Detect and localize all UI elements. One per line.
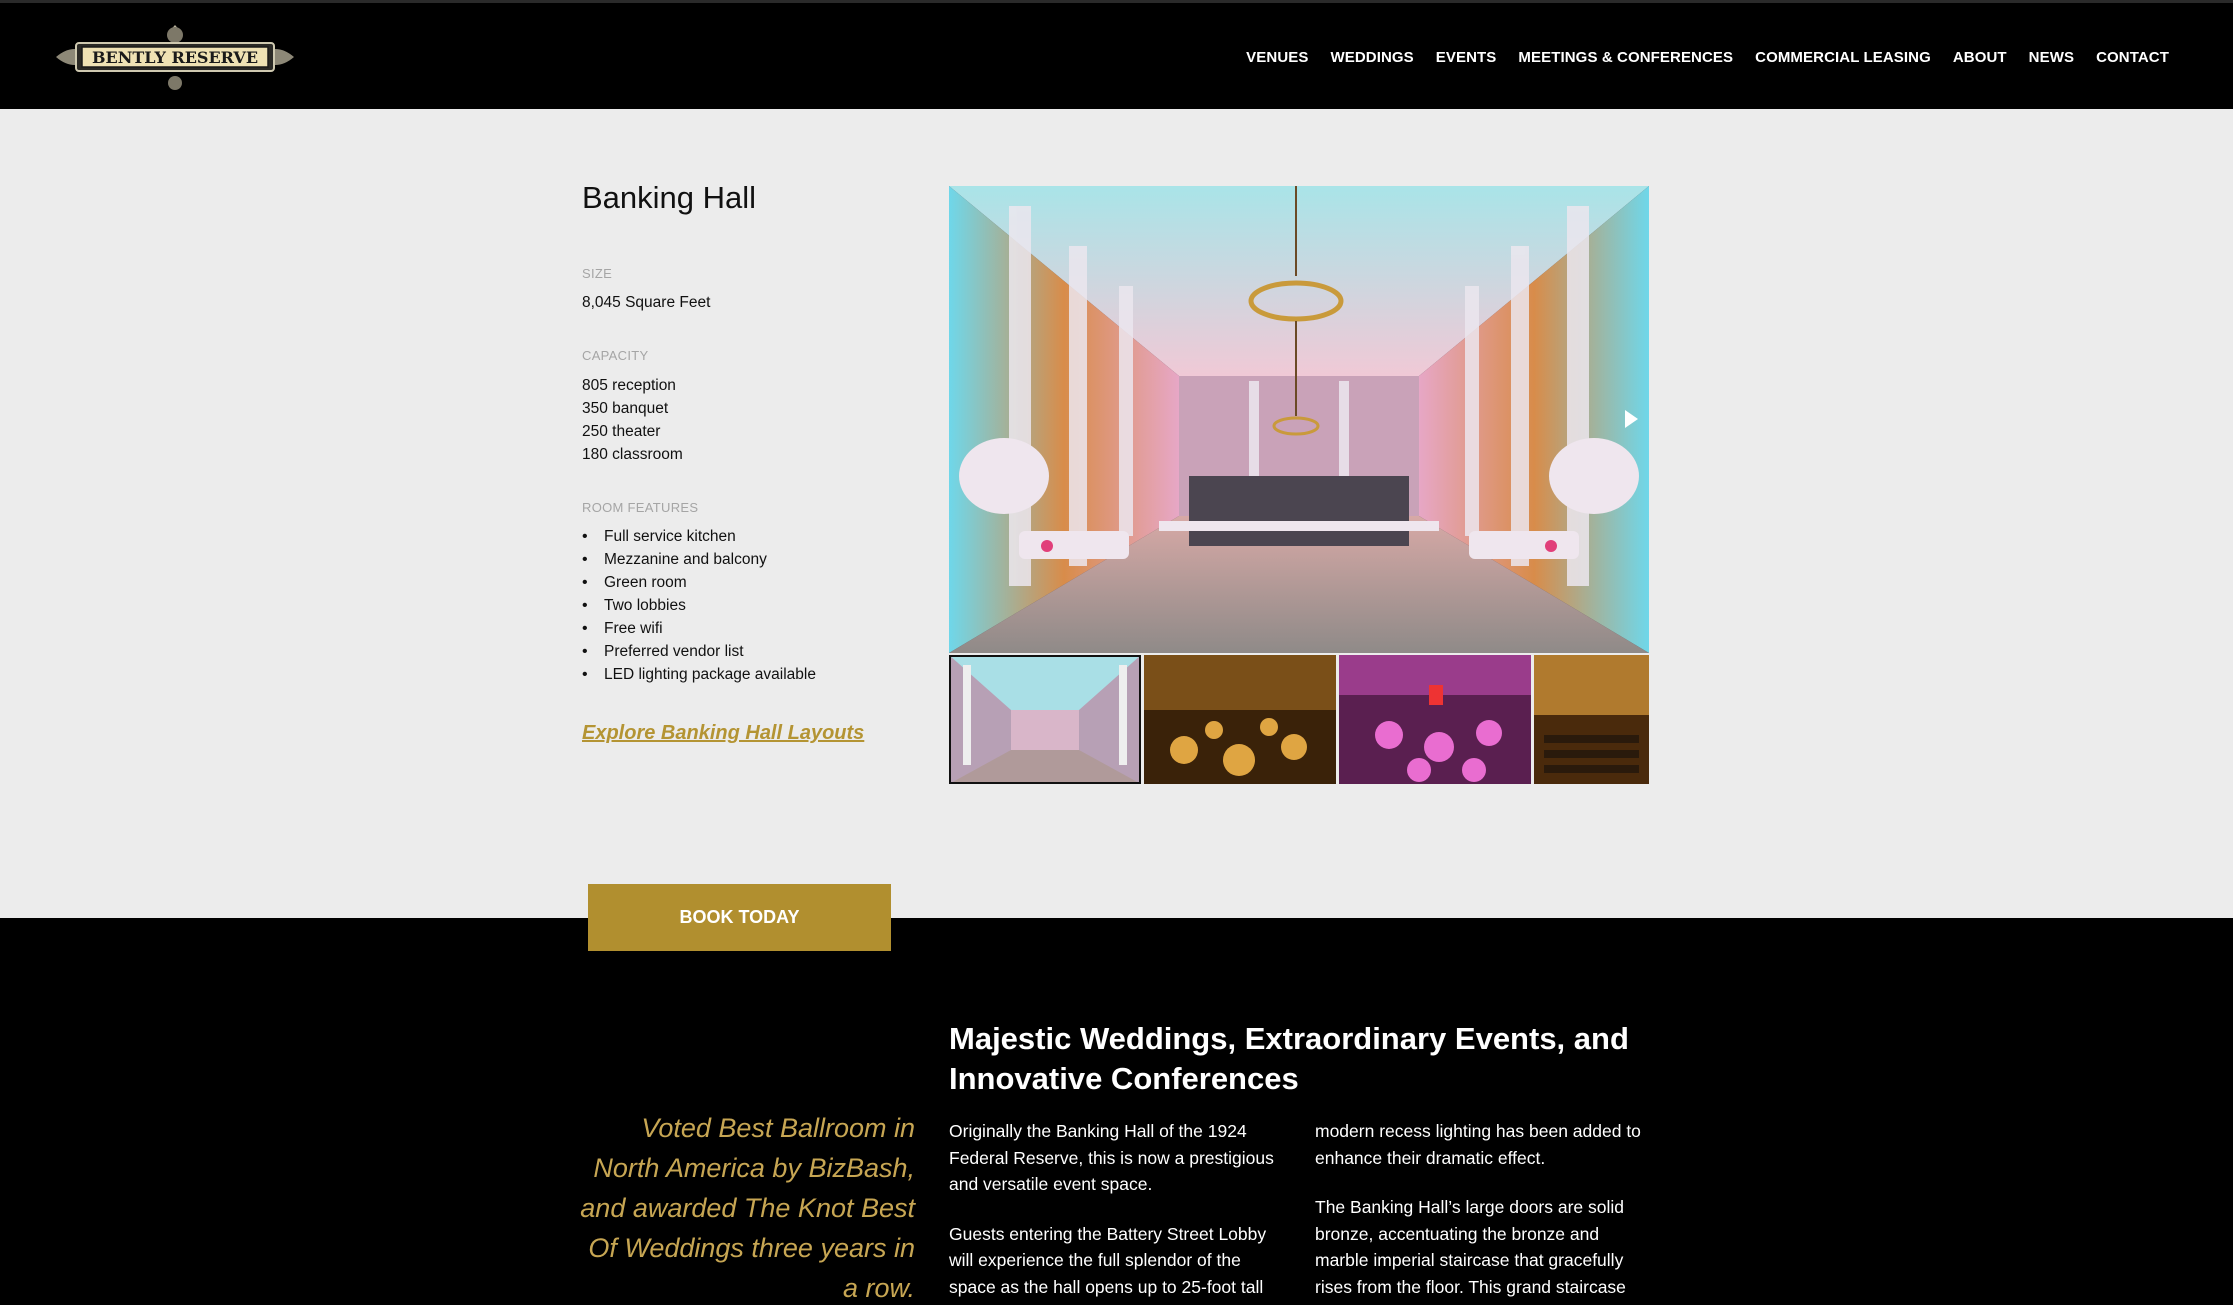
bently-reserve-logo[interactable]: BENTLY RESERVE: [50, 21, 300, 93]
about-column-2: modern recess lighting has been added to…: [1315, 1118, 1655, 1305]
gallery-main-photo[interactable]: [949, 186, 1649, 653]
nav-about[interactable]: ABOUT: [1953, 49, 2007, 66]
gallery-thumbnail[interactable]: [1534, 655, 1649, 784]
features-label: ROOM FEATURES: [582, 500, 699, 515]
feature-item: Green room: [582, 571, 816, 594]
feature-item: Full service kitchen: [582, 525, 816, 548]
size-label: SIZE: [582, 266, 613, 281]
features-list: Full service kitchen Mezzanine and balco…: [582, 525, 816, 686]
about-paragraph: modern recess lighting has been added to…: [1315, 1121, 1641, 1168]
nav-contact[interactable]: CONTACT: [2096, 49, 2169, 66]
capacity-item: 350 banquet: [582, 400, 669, 417]
capacity-item: 805 reception: [582, 377, 676, 394]
feature-item: Preferred vendor list: [582, 640, 816, 663]
about-column-1: Originally the Banking Hall of the 1924 …: [949, 1118, 1289, 1305]
about-paragraph: The Banking Hall’s large doors are solid…: [1315, 1197, 1626, 1297]
nav-venues[interactable]: VENUES: [1246, 49, 1308, 66]
nav-weddings[interactable]: WEDDINGS: [1330, 49, 1413, 66]
nav-commercial-leasing[interactable]: COMMERCIAL LEASING: [1755, 49, 1931, 66]
book-today-button[interactable]: BOOK TODAY: [588, 884, 891, 951]
capacity-item: 180 classroom: [582, 446, 683, 463]
nav-news[interactable]: NEWS: [2029, 49, 2074, 66]
feature-item: Two lobbies: [582, 594, 816, 617]
size-value: 8,045 Square Feet: [582, 294, 711, 311]
capacity-item: 250 theater: [582, 423, 661, 440]
site-header: BENTLY RESERVE VENUES WEDDINGS EVENTS ME…: [0, 0, 2233, 109]
nav-events[interactable]: EVENTS: [1436, 49, 1497, 66]
main-nav: VENUES WEDDINGS EVENTS MEETINGS & CONFER…: [1224, 49, 2169, 66]
capacity-label: CAPACITY: [582, 348, 649, 363]
venue-title: Banking Hall: [582, 180, 757, 215]
about-paragraph: Guests entering the Battery Street Lobby…: [949, 1223, 1267, 1297]
gallery-next-arrow[interactable]: [1625, 410, 1638, 428]
nav-meetings-conferences[interactable]: MEETINGS & CONFERENCES: [1518, 49, 1733, 66]
gallery-thumbnails: [949, 655, 1649, 784]
feature-item: Mezzanine and balcony: [582, 548, 816, 571]
feature-item: Free wifi: [582, 617, 816, 640]
gallery-thumbnail[interactable]: [949, 655, 1141, 784]
feature-item: LED lighting package available: [582, 663, 816, 686]
gallery-thumbnail[interactable]: [1339, 655, 1531, 784]
about-heading: Majestic Weddings, Extraordinary Events,…: [949, 1021, 1629, 1096]
about-paragraph: Originally the Banking Hall of the 1924 …: [949, 1121, 1274, 1194]
award-quote: Voted Best Ballroom in North America by …: [580, 1113, 915, 1303]
logo-text: BENTLY RESERVE: [92, 48, 258, 67]
capacity-list: 805 reception 350 banquet 250 theater 18…: [582, 374, 683, 466]
gallery-thumbnail[interactable]: [1144, 655, 1336, 784]
explore-layouts-link[interactable]: Explore Banking Hall Layouts: [582, 722, 864, 745]
